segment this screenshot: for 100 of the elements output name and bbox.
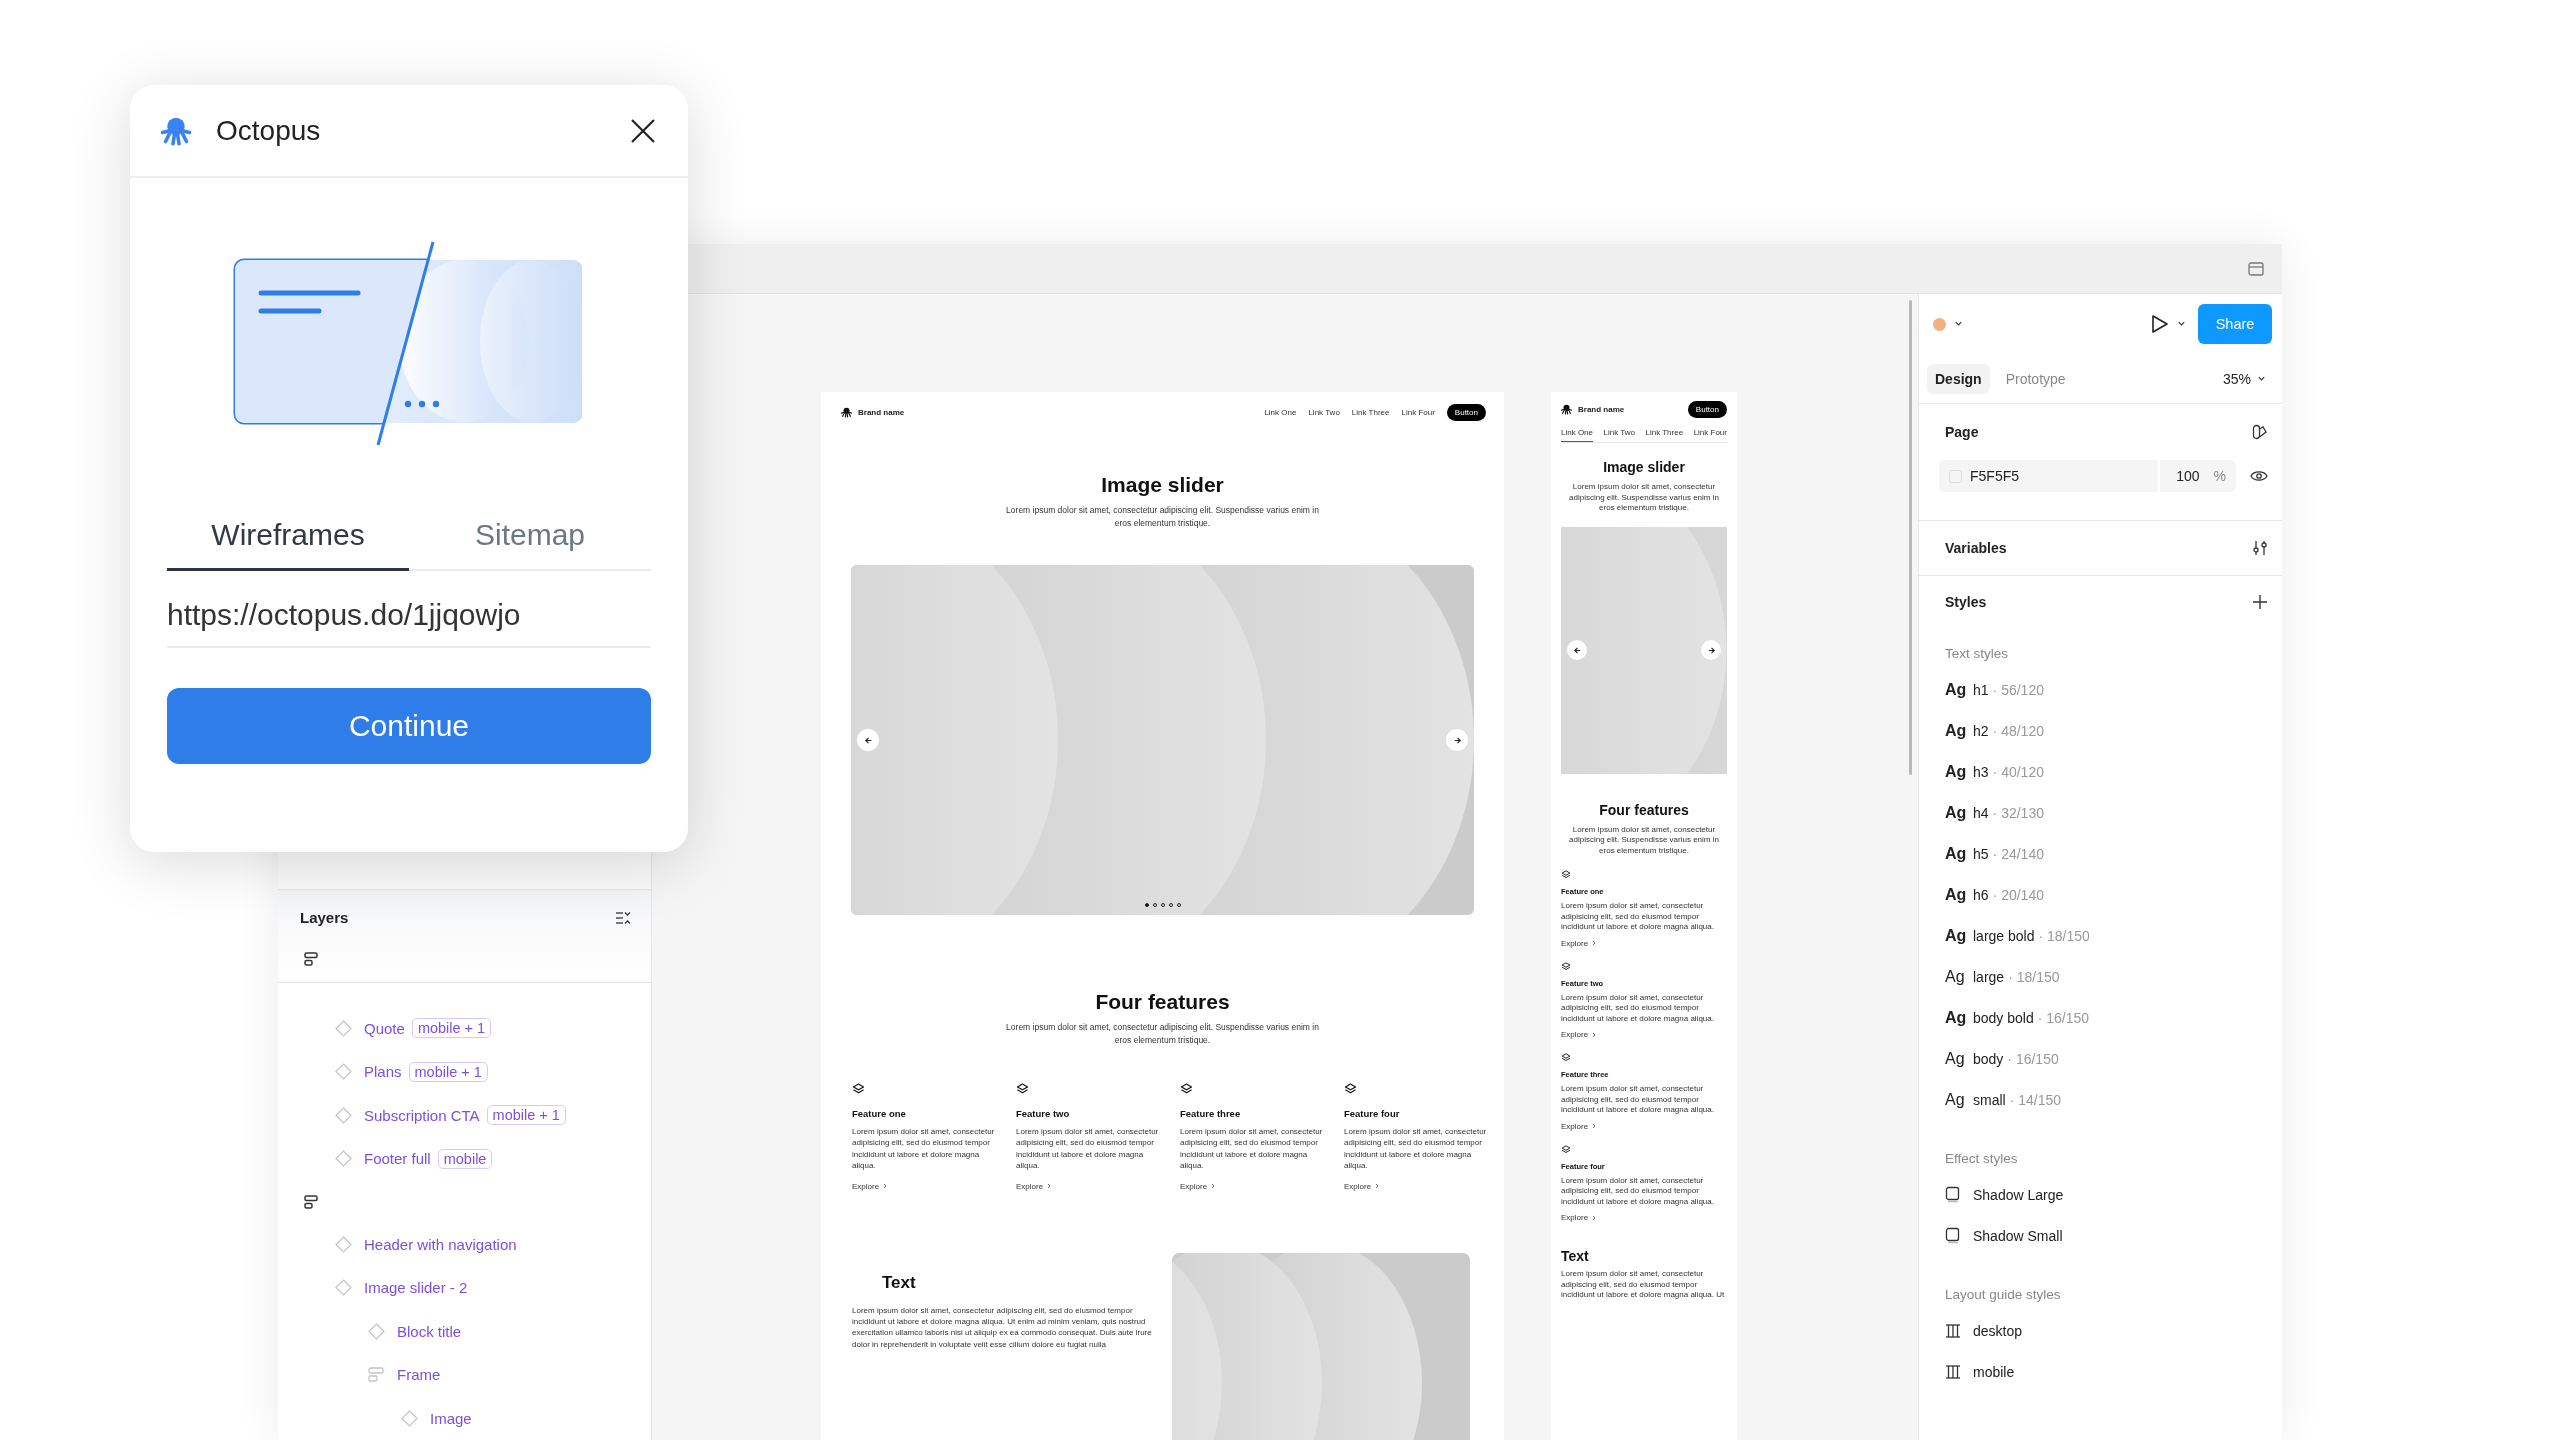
chevron-right-icon <box>1592 1031 1597 1038</box>
dialog-title: Octopus <box>216 114 321 147</box>
text-style-item[interactable]: Ag large · 18/150 <box>1945 956 2268 997</box>
variant-tag: mobile + 1 <box>486 1105 566 1126</box>
nav-link[interactable]: Link Two <box>1308 407 1340 417</box>
octopus-icon <box>841 406 852 418</box>
feature-title: Feature two <box>1016 1108 1071 1119</box>
layer-item[interactable]: Footer full mobile <box>278 1137 651 1181</box>
type-sample: Ag <box>1945 1090 1965 1109</box>
explore-link[interactable]: Explore <box>1016 1181 1180 1191</box>
style-spec: · 16/150 <box>2037 1009 2090 1026</box>
text-style-item[interactable]: Ag body bold · 16/150 <box>1945 997 2268 1038</box>
text-style-item[interactable]: Ag h4 · 32/130 <box>1945 792 2268 833</box>
nav-link[interactable]: Link One <box>1264 407 1297 417</box>
plus-icon[interactable] <box>2252 594 2268 610</box>
header-button[interactable]: Button <box>1446 403 1486 421</box>
sliders-icon[interactable] <box>2252 540 2268 556</box>
explore-link[interactable]: Explore <box>852 1181 1016 1191</box>
play-icon[interactable] <box>2151 314 2169 334</box>
type-sample: Ag <box>1945 803 1965 822</box>
color-swatch[interactable] <box>1949 469 1962 483</box>
panel-tab[interactable]: Prototype <box>1997 363 2074 394</box>
style-spec: · 16/150 <box>2007 1050 2059 1067</box>
layer-item[interactable]: Block title <box>278 1309 651 1353</box>
nav-tab[interactable]: Link One <box>1561 426 1594 442</box>
layers-icon <box>852 1083 865 1096</box>
chevron-down-icon[interactable] <box>1954 321 1963 327</box>
variant-tag: mobile + 1 <box>411 1018 492 1039</box>
layer-item[interactable]: Frame <box>278 1353 651 1397</box>
type-sample: Ag <box>1945 885 1965 904</box>
style-name: h3 <box>1973 763 1989 780</box>
chevron-down-icon[interactable] <box>2177 321 2186 327</box>
feature-text: Lorem ipsum dolor sit amet, consectetur adipisicing elit, sed do eiusmod tempor incididunt ut labore et dolore magna aliqua. <box>1561 992 1715 1024</box>
zoom-dropdown[interactable]: 35% <box>2222 370 2266 387</box>
explore-link[interactable]: Explore <box>1561 1030 1727 1039</box>
header-button[interactable]: Button <box>1687 400 1727 418</box>
style-spec: · 20/140 <box>1992 886 2044 903</box>
type-sample: Ag <box>1945 680 1965 699</box>
style-name: h6 <box>1973 886 1989 903</box>
close-icon[interactable] <box>630 117 656 144</box>
collapse-icon[interactable] <box>615 910 631 925</box>
mode-tab[interactable]: Sitemap <box>409 508 651 571</box>
explore-link[interactable]: Explore <box>1561 1121 1727 1131</box>
text-style-item[interactable]: Ag h3 · 40/120 <box>1945 751 2268 792</box>
layer-item[interactable]: Header with navigation <box>278 1222 651 1266</box>
columns-icon <box>1945 1363 1961 1380</box>
variant-tag: mobile + 1 <box>408 1061 488 1082</box>
layer-item[interactable]: Plans mobile + 1 <box>278 1050 651 1094</box>
text-style-item[interactable]: Ag h2 · 48/120 <box>1945 710 2268 751</box>
eye-icon[interactable] <box>2250 470 2268 482</box>
explore-link[interactable]: Explore <box>1180 1181 1344 1191</box>
layers-icon <box>1180 1083 1193 1096</box>
url-field[interactable]: https://octopus.do/1jjqowjo <box>167 576 651 648</box>
text-style-item[interactable]: Ag small · 14/150 <box>1945 1079 2268 1120</box>
text-style-item[interactable]: Ag h6 · 20/140 <box>1945 874 2268 915</box>
feature-text: Lorem ipsum dolor sit amet, consectetur adipisicing elit, sed do eiusmod tempor incididunt ut labore et dolore magna aliqua. <box>1561 1175 1715 1207</box>
explore-link[interactable]: Explore <box>1561 938 1727 948</box>
type-sample: Ag <box>1945 844 1965 863</box>
layers-icon <box>1344 1083 1357 1096</box>
text-style-item[interactable]: Ag large bold · 18/150 <box>1945 915 2268 956</box>
explore-link[interactable]: Explore <box>1344 1181 1508 1191</box>
section-text: Lorem ipsum dolor sit amet, consectetur adipiscing elit. Suspendisse varius enim in eros elementum tristique. <box>1005 504 1320 530</box>
nav-tab[interactable]: Link Two <box>1603 426 1635 442</box>
continue-button[interactable]: Continue <box>167 688 651 764</box>
style-spec: · 14/150 <box>2009 1091 2062 1108</box>
nav-tab[interactable]: Link Four <box>1693 426 1727 442</box>
chevron-right-icon <box>1592 1214 1597 1221</box>
text-style-item[interactable]: Ag h5 · 24/140 <box>1945 833 2268 874</box>
fill-field[interactable]: F5F5F5 100 % <box>1939 460 2236 492</box>
style-spec: · 18/150 <box>2038 927 2090 944</box>
effect-style-item[interactable]: Shadow Small <box>1945 1215 2268 1256</box>
style-name: h2 <box>1973 722 1989 739</box>
diamond-icon <box>335 1235 352 1253</box>
chevron-right-icon <box>1211 1183 1216 1190</box>
panel-tab[interactable]: Design <box>1927 363 1990 394</box>
mode-tab[interactable]: Wireframes <box>167 508 409 571</box>
style-name: large bold <box>1973 927 2035 944</box>
layout-guide-item[interactable]: mobile <box>1945 1351 2268 1392</box>
nav-link[interactable]: Link Three <box>1351 407 1390 417</box>
effect-style-item[interactable]: Shadow Large <box>1945 1174 2268 1215</box>
scrollbar[interactable] <box>1909 300 1912 775</box>
layout-guide-item[interactable]: desktop <box>1945 1310 2268 1351</box>
body-text: Lorem ipsum dolor sit amet, consectetur adipiscing elit, sed do eiusmod tempor incididunt ut labore et dolore magna aliqua. Ut <box>1561 1269 1726 1301</box>
nav-tab[interactable]: Link Three <box>1645 426 1684 442</box>
shadow-square-icon <box>1945 1227 1961 1244</box>
layer-item[interactable]: Image <box>278 1396 651 1440</box>
explore-link[interactable]: Explore <box>1561 1213 1727 1222</box>
octopus-icon <box>161 115 191 146</box>
text-style-item[interactable]: Ag h1 · 56/120 <box>1945 669 2268 710</box>
text-style-item[interactable]: Ag body · 16/150 <box>1945 1038 2268 1079</box>
layer-item[interactable]: Image slider - 2 <box>278 1266 651 1310</box>
layer-item[interactable]: Quote mobile + 1 <box>278 1006 651 1050</box>
sidebar-icon[interactable] <box>2248 261 2264 276</box>
octopus-icon <box>1561 403 1572 415</box>
layer-item[interactable]: Subscription CTA mobile + 1 <box>278 1093 651 1137</box>
nav-link[interactable]: Link Four <box>1401 407 1435 417</box>
style-icon[interactable] <box>2252 424 2268 440</box>
style-name: large <box>1973 968 2005 985</box>
section-title: Image slider <box>1100 473 1225 497</box>
diamond-icon <box>335 1106 352 1124</box>
